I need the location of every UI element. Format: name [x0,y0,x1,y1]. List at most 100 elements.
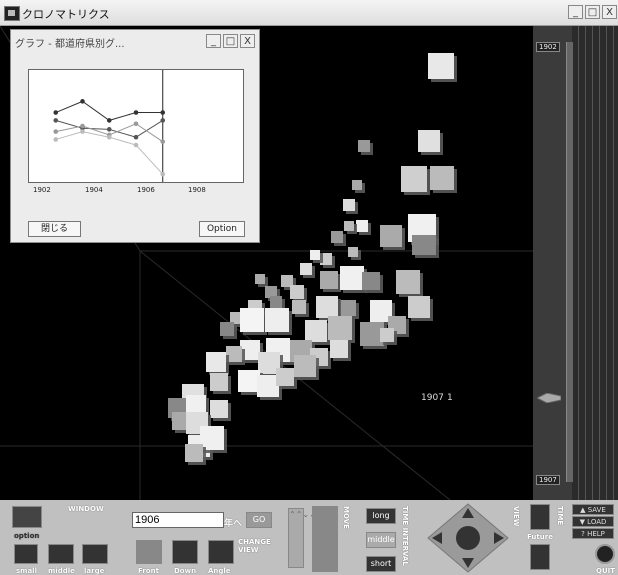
data-cube [316,296,338,318]
data-cube [292,300,306,314]
data-cube [290,285,304,299]
data-cube [276,368,294,386]
front-label: Front [138,567,159,575]
middle-window-button[interactable] [48,544,74,564]
data-cube [210,373,228,391]
middle-size-label: middle [48,567,75,575]
graph-close-button[interactable]: X [240,34,255,48]
small-window-button[interactable] [14,544,38,564]
graph-option-button[interactable]: Option [199,221,245,237]
data-cube [356,220,368,232]
series-1-point-4 [160,118,166,123]
data-cube [343,199,355,211]
line-chart [28,69,244,183]
option-label: option [14,532,40,540]
timeline-end-year: 1907 [536,475,560,485]
data-cube [362,272,380,290]
year-suffix: 年へ [224,519,243,529]
data-cube [340,300,356,316]
load-button[interactable]: ▼ LOAD [572,516,614,527]
series-2-point-3 [133,121,139,127]
data-cube [352,180,362,190]
minimize-button[interactable]: _ [568,5,583,19]
future-label: Future [527,533,553,541]
data-cube [265,308,289,332]
move-slider[interactable] [312,506,338,572]
series-2-point-4 [160,139,166,144]
series-3-point-4 [160,171,166,177]
window-titlebar: クロノマトリクス _ □ X [0,0,618,26]
down-view-button[interactable] [172,540,198,564]
timeline-cursor-icon[interactable] [537,393,561,403]
data-cube [294,355,316,377]
large-label: large [84,567,105,575]
series-1-point-3 [133,134,139,140]
interval-middle-button[interactable]: middle [366,532,396,548]
data-cube [310,250,320,260]
data-cube [270,296,282,308]
time-interval-label: TIME INTERVAL [401,506,409,566]
go-button[interactable]: GO [246,512,272,528]
help-button[interactable]: ? HELP [572,528,614,539]
timeline-start-year: 1902 [536,42,560,52]
time-past-button[interactable] [530,504,550,530]
time-label: TIME [556,506,564,526]
graph-minimize-button[interactable]: _ [206,34,221,48]
data-cube [328,316,352,340]
change-view-label: CHANGE VIEW [238,538,271,554]
data-cube [305,320,327,342]
year-input[interactable] [132,512,224,528]
graph-close-jp-button[interactable]: 閉じる [28,221,81,237]
series-2-point-1 [80,123,85,129]
timeline-slider[interactable]: 1902 1907 [533,26,618,500]
series-1-point-2 [106,127,112,132]
series-0-point-0 [53,110,59,115]
quit-label: QUIT [596,567,616,575]
data-cube [340,266,364,290]
close-button[interactable]: X [602,5,617,19]
data-cube [428,53,454,79]
data-cube [255,274,265,284]
data-cube [348,247,358,257]
data-cube [396,270,420,294]
angle-view-button[interactable] [208,540,234,564]
series-3-point-1 [80,129,85,134]
data-cube [344,221,354,231]
x-tick-1902: 1902 [33,186,51,194]
line-chart-svg [53,70,166,182]
app-icon [4,6,20,21]
series-2-point-0 [53,129,59,134]
data-cube [401,166,427,192]
graph-maximize-button[interactable]: □ [223,34,238,48]
data-cube [380,225,402,247]
option-button[interactable] [12,506,42,528]
timeline-track[interactable] [566,42,573,482]
data-cube [430,166,454,190]
series-0-point-4 [160,110,166,115]
view-direction-pad[interactable] [426,502,510,574]
view-center-icon [456,526,480,550]
front-view-button[interactable] [136,540,162,564]
timeline-grid [572,26,618,500]
window-title: クロノマトリクス [22,8,110,21]
series-3-point-0 [53,137,59,142]
data-cube [412,235,436,255]
move-arrows-button[interactable]: ⌃⌃⌄⌄ [288,508,316,568]
interval-long-button[interactable]: long [366,508,396,524]
down-label: Down [174,567,197,575]
time-future-button[interactable] [530,544,550,570]
quit-button[interactable] [595,544,615,564]
save-button[interactable]: ▲ SAVE [572,504,614,515]
data-cube [226,346,242,362]
data-cube [200,426,224,450]
maximize-button[interactable]: □ [585,5,600,19]
small-label: small [16,567,37,575]
interval-short-button[interactable]: short [366,556,396,572]
large-window-button[interactable] [82,544,108,564]
x-tick-1908: 1908 [188,186,206,194]
data-cube [185,444,203,462]
data-cube [358,140,370,152]
data-cube [240,340,260,360]
scene-value-label: 1 [447,393,453,403]
data-cube [331,231,343,243]
